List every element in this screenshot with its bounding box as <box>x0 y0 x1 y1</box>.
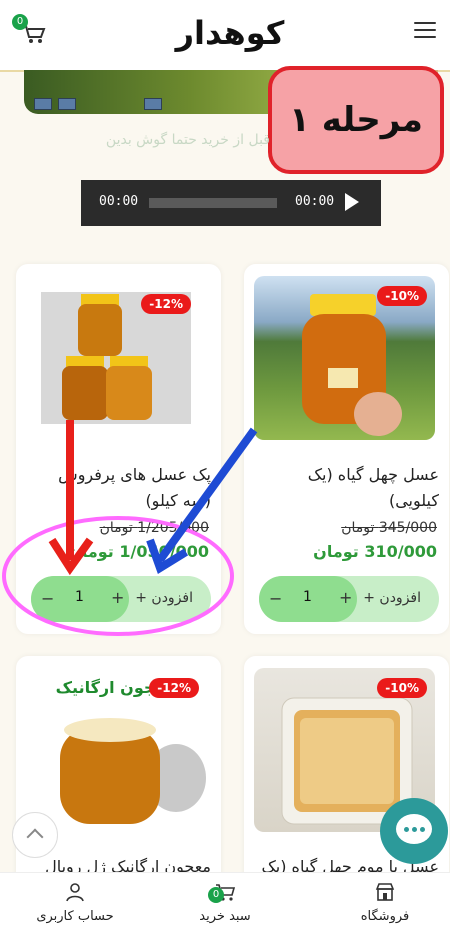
audio-duration: 00:00 <box>295 194 335 209</box>
add-to-cart-button[interactable]: افزودن + <box>135 590 193 606</box>
nav-item-shop[interactable]: فروشگاه <box>330 881 440 924</box>
increase-quantity-button[interactable]: + <box>111 588 124 607</box>
store-icon <box>375 883 395 901</box>
header: کوهدار 0 <box>0 0 450 72</box>
audio-player: 00:00 00:00 <box>81 180 381 226</box>
nav-label-cart: سبد خرید <box>199 909 251 924</box>
quantity-value: 1 <box>303 589 312 605</box>
audio-subtitle: قبل از خرید حتما گوش بدین <box>105 132 270 148</box>
new-price: 1/050/000 تومان <box>68 542 209 561</box>
discount-badge: -10% <box>377 678 427 698</box>
decrease-quantity-button[interactable]: − <box>41 589 54 608</box>
discount-badge: -12% <box>149 678 199 698</box>
beehive-graphic <box>34 98 52 110</box>
nav-item-cart[interactable]: 0 سبد خرید <box>170 881 280 924</box>
product-card: -10% عسل با موم چهل گیاه (یک <box>244 656 449 906</box>
cart-count-badge: 0 <box>208 887 224 903</box>
old-price: 345/000 تومان <box>341 520 437 536</box>
nav-label-account: حساب کاربری <box>36 909 114 924</box>
decrease-quantity-button[interactable]: − <box>269 589 282 608</box>
quantity-value: 1 <box>75 589 84 605</box>
logo[interactable]: کوهدار <box>160 12 300 54</box>
beehive-graphic <box>144 98 162 110</box>
audio-seek-bar[interactable] <box>149 198 277 208</box>
discount-badge: -12% <box>141 294 191 314</box>
chat-bubble-icon <box>396 814 432 844</box>
product-card: -12% پک عسل های پرفروش (سه کیلو) 1/205/0… <box>16 264 221 634</box>
cart-count-badge: 0 <box>12 14 28 30</box>
quantity-stepper: − 1 + <box>31 576 129 622</box>
product-card: معجون ارگانیک -12% معجون ارگانیک ژل رویا… <box>16 656 221 906</box>
add-to-cart-button[interactable]: افزودن + <box>363 590 421 606</box>
nav-item-account[interactable]: حساب کاربری <box>20 881 130 924</box>
stage-annotation: مرحله ۱ <box>268 66 444 174</box>
nav-label-shop: فروشگاه <box>360 909 410 924</box>
bottom-navigation: فروشگاه 0 سبد خرید حساب کاربری <box>0 872 450 944</box>
audio-current-time: 00:00 <box>99 194 139 209</box>
chevron-up-icon <box>26 828 44 846</box>
product-title[interactable]: عسل چهل گیاه (یک کیلویی) <box>254 462 439 514</box>
play-icon[interactable] <box>345 193 359 211</box>
discount-badge: -10% <box>377 286 427 306</box>
header-cart-button[interactable]: 0 <box>12 14 46 46</box>
hamburger-menu-icon[interactable] <box>414 22 436 40</box>
add-to-cart-stepper: − 1 + افزودن + <box>31 576 211 622</box>
old-price: 1/205/000 تومان <box>99 520 209 536</box>
chat-support-button[interactable] <box>380 798 448 864</box>
product-card: -10% عسل چهل گیاه (یک کیلویی) 345/000 تو… <box>244 264 449 634</box>
scroll-to-top-button[interactable] <box>12 812 58 858</box>
user-icon <box>66 883 84 902</box>
add-to-cart-stepper: − 1 + افزودن + <box>259 576 439 622</box>
beehive-graphic <box>58 98 76 110</box>
product-title[interactable]: پک عسل های پرفروش (سه کیلو) <box>26 462 211 514</box>
new-price: 310/000 تومان <box>313 542 437 561</box>
quantity-stepper: − 1 + <box>259 576 357 622</box>
increase-quantity-button[interactable]: + <box>339 588 352 607</box>
